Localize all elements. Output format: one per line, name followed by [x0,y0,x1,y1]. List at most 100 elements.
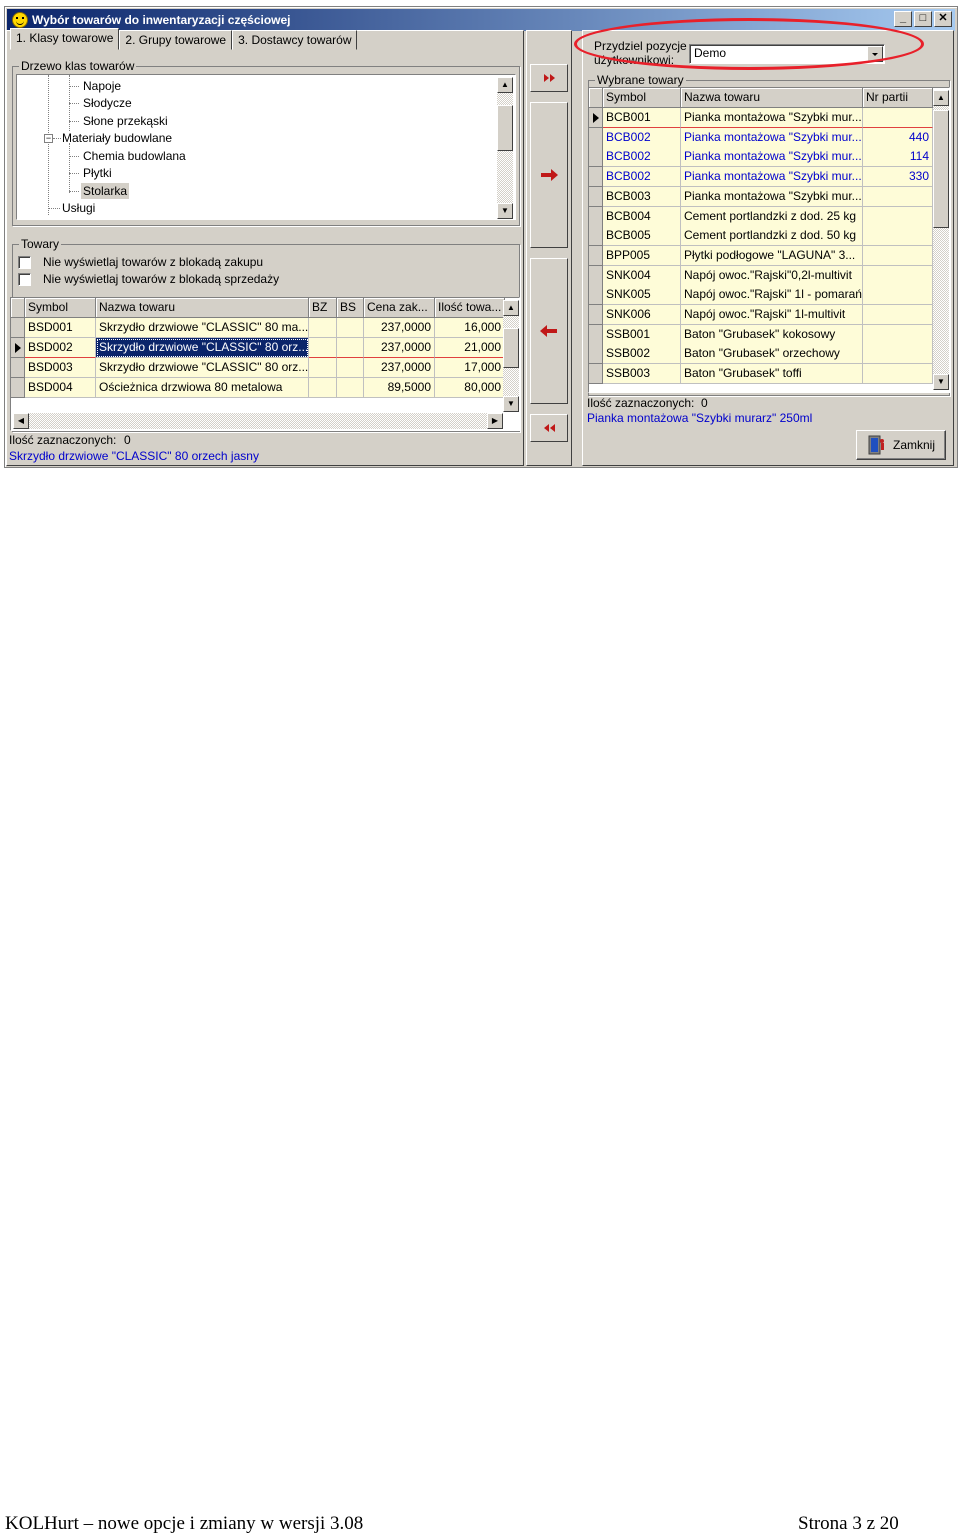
col-batch[interactable]: Nr partii [863,88,933,108]
col-price[interactable]: Cena zak... [364,298,435,318]
minimize-button[interactable]: _ [894,11,912,27]
cell-name: Napój owoc."Rajski"0,2l-multivit [681,265,863,286]
move-all-left-button[interactable] [530,414,568,442]
smiley-app-icon [12,12,28,28]
cell-price: 237,0000 [364,338,435,358]
cell-symbol: BCB001 [603,108,681,128]
sale-block-checkbox-row[interactable]: Nie wyświetlaj towarów z blokadą sprzeda… [18,272,279,286]
tree-item-joinery[interactable]: Stolarka [81,183,130,199]
scroll-right-icon[interactable]: ▶ [487,413,503,429]
tree-item-salty-snacks[interactable]: Słone przekąski [81,113,170,129]
col-symbol[interactable]: Symbol [25,298,96,318]
cell-qty: 16,000 [435,318,505,338]
footer-document-title: KOLHurt – nowe opcje i zmiany w wersji 3… [5,1513,364,1534]
table-row[interactable]: SSB001 Baton "Grubasek" kokosowy [589,324,933,345]
scroll-up-icon[interactable]: ▲ [503,300,519,316]
user-select[interactable]: Demo [689,44,885,64]
table-row[interactable]: BCB004 Cement portlandzki z dod. 25 kg [589,206,933,227]
cell-symbol: BCB002 [603,167,681,188]
double-arrow-right-icon [544,74,555,82]
cell-qty: 21,000 [435,338,505,358]
tree-item-sweets[interactable]: Słodycze [81,95,134,111]
move-all-right-button[interactable] [530,64,568,92]
cell-name: Napój owoc."Rajski" 1l-multivit [681,305,863,325]
table-row[interactable]: BCB005 Cement portlandzki z dod. 50 kg [589,226,933,247]
selected-count-value: 0 [701,396,708,410]
table-row[interactable]: BSD003 Skrzydło drzwiowe "CLASSIC" 80 or… [11,358,505,378]
chevron-down-icon[interactable] [867,46,883,62]
selected-vscrollbar[interactable]: ▲ ▼ [933,90,949,390]
cell-symbol: BCB004 [603,206,681,227]
cell-name: Baton "Grubasek" orzechowy [681,344,863,365]
table-row[interactable]: BCB002 Pianka montażowa "Szybki mur... 114 [589,147,933,168]
table-row[interactable]: SSB002 Baton "Grubasek" orzechowy [589,344,933,365]
sale-block-checkbox[interactable] [18,272,31,286]
table-row[interactable]: BCB003 Pianka montażowa "Szybki mur... [589,186,933,207]
selected-goods-grid[interactable]: Symbol Nazwa towaru Nr partii BCB001 Pian… [588,87,950,393]
cell-bs [337,318,364,338]
tree-item-services[interactable]: Usługi [60,200,97,216]
tree-item-building-materials[interactable]: Materiały budowlane [60,130,174,146]
cell-name: Pianka montażowa "Szybki mur... [681,147,863,168]
selected-count-label: Ilość zaznaczonych: [587,396,695,410]
table-row[interactable]: SNK004 Napój owoc."Rajski"0,2l-multivit [589,265,933,286]
scroll-up-icon[interactable]: ▲ [497,77,513,93]
table-row[interactable]: SNK006 Napój owoc."Rajski" 1l-multivit [589,305,933,325]
close-window-button[interactable]: ✕ [934,11,952,27]
scroll-thumb[interactable] [503,328,519,368]
sale-block-label: Nie wyświetlaj towarów z blokadą sprzeda… [43,272,280,286]
cell-name: Skrzydło drzwiowe "CLASSIC" 80 orz... [96,358,309,378]
move-right-button[interactable] [530,102,568,248]
user-select-value: Demo [694,46,727,60]
table-row[interactable]: BSD001 Skrzydło drzwiowe "CLASSIC" 80 ma… [11,318,505,338]
cell-symbol: SNK004 [603,265,681,286]
table-row[interactable]: BCB002 Pianka montażowa "Szybki mur... 330 [589,167,933,188]
table-row[interactable]: SSB003 Baton "Grubasek" toffi [589,364,933,385]
cell-symbol: BCB002 [603,147,681,168]
col-bs[interactable]: BS [337,298,364,318]
purchase-block-checkbox[interactable] [18,255,31,269]
cell-name: Ościeżnica drzwiowa 80 metalowa [96,378,309,398]
close-button-label: Zamknij [892,438,935,452]
scroll-left-icon[interactable]: ◀ [13,413,29,429]
scroll-down-icon[interactable]: ▼ [497,203,513,219]
col-bz[interactable]: BZ [309,298,337,318]
table-row[interactable]: BPP005 Płytki podłogowe "LAGUNA" 3... [589,245,933,266]
cell-symbol: SSB001 [603,324,681,345]
scroll-thumb[interactable] [497,105,513,151]
scroll-up-icon[interactable]: ▲ [933,90,949,106]
purchase-block-checkbox-row[interactable]: Nie wyświetlaj towarów z blokadą zakupu [18,255,263,269]
tree-item-tiles[interactable]: Płytki [81,165,114,181]
collapse-icon[interactable]: − [44,134,53,143]
tab-suppliers[interactable]: 3. Dostawcy towarów [232,30,358,50]
goods-vscrollbar[interactable]: ▲ ▼ [503,300,519,412]
col-qty[interactable]: Ilość towa... [435,298,505,318]
table-row[interactable]: BCB002 Pianka montażowa "Szybki mur... 440 [589,127,933,148]
cell-price: 237,0000 [364,358,435,378]
tree-item-construction-chemicals[interactable]: Chemia budowlana [81,148,188,164]
move-left-button[interactable] [530,258,568,404]
goods-hscrollbar[interactable]: ◀ ▶ [13,413,503,429]
class-tree[interactable]: − Napoje Słodycze Słone przekąski Materi… [16,74,516,220]
cell-batch [863,344,933,365]
tree-vscrollbar[interactable]: ▲ ▼ [497,77,513,219]
scroll-thumb[interactable] [933,110,949,228]
scroll-down-icon[interactable]: ▼ [503,396,519,412]
goods-grid[interactable]: Symbol Nazwa towaru BZ BS Cena zak... Il… [10,297,520,431]
close-button[interactable]: Zamknij [856,430,946,460]
scroll-down-icon[interactable]: ▼ [933,374,949,390]
col-symbol[interactable]: Symbol [603,88,681,108]
table-row-selected[interactable]: BSD002 Skrzydło drzwiowe "CLASSIC" 80 or… [11,338,505,358]
col-name[interactable]: Nazwa towaru [681,88,863,108]
table-row[interactable]: BCB001 Pianka montażowa "Szybki mur... [589,108,933,128]
table-row[interactable]: SNK005 Napój owoc."Rajski" 1l - pomarań [589,285,933,306]
tab-product-groups[interactable]: 2. Grupy towarowe [119,30,233,50]
tree-item-beverages[interactable]: Napoje [81,78,123,94]
table-row[interactable]: BSD004 Ościeżnica drzwiowa 80 metalowa 8… [11,378,505,398]
col-name[interactable]: Nazwa towaru [96,298,309,318]
tab-product-classes[interactable]: 1. Klasy towarowe [10,28,120,50]
maximize-button[interactable]: □ [914,11,932,27]
selected-grid-header: Symbol Nazwa towaru Nr partii [589,88,933,108]
cell-symbol: SSB003 [603,364,681,385]
cell-name: Skrzydło drzwiowe "CLASSIC" 80 ma... [96,318,309,338]
